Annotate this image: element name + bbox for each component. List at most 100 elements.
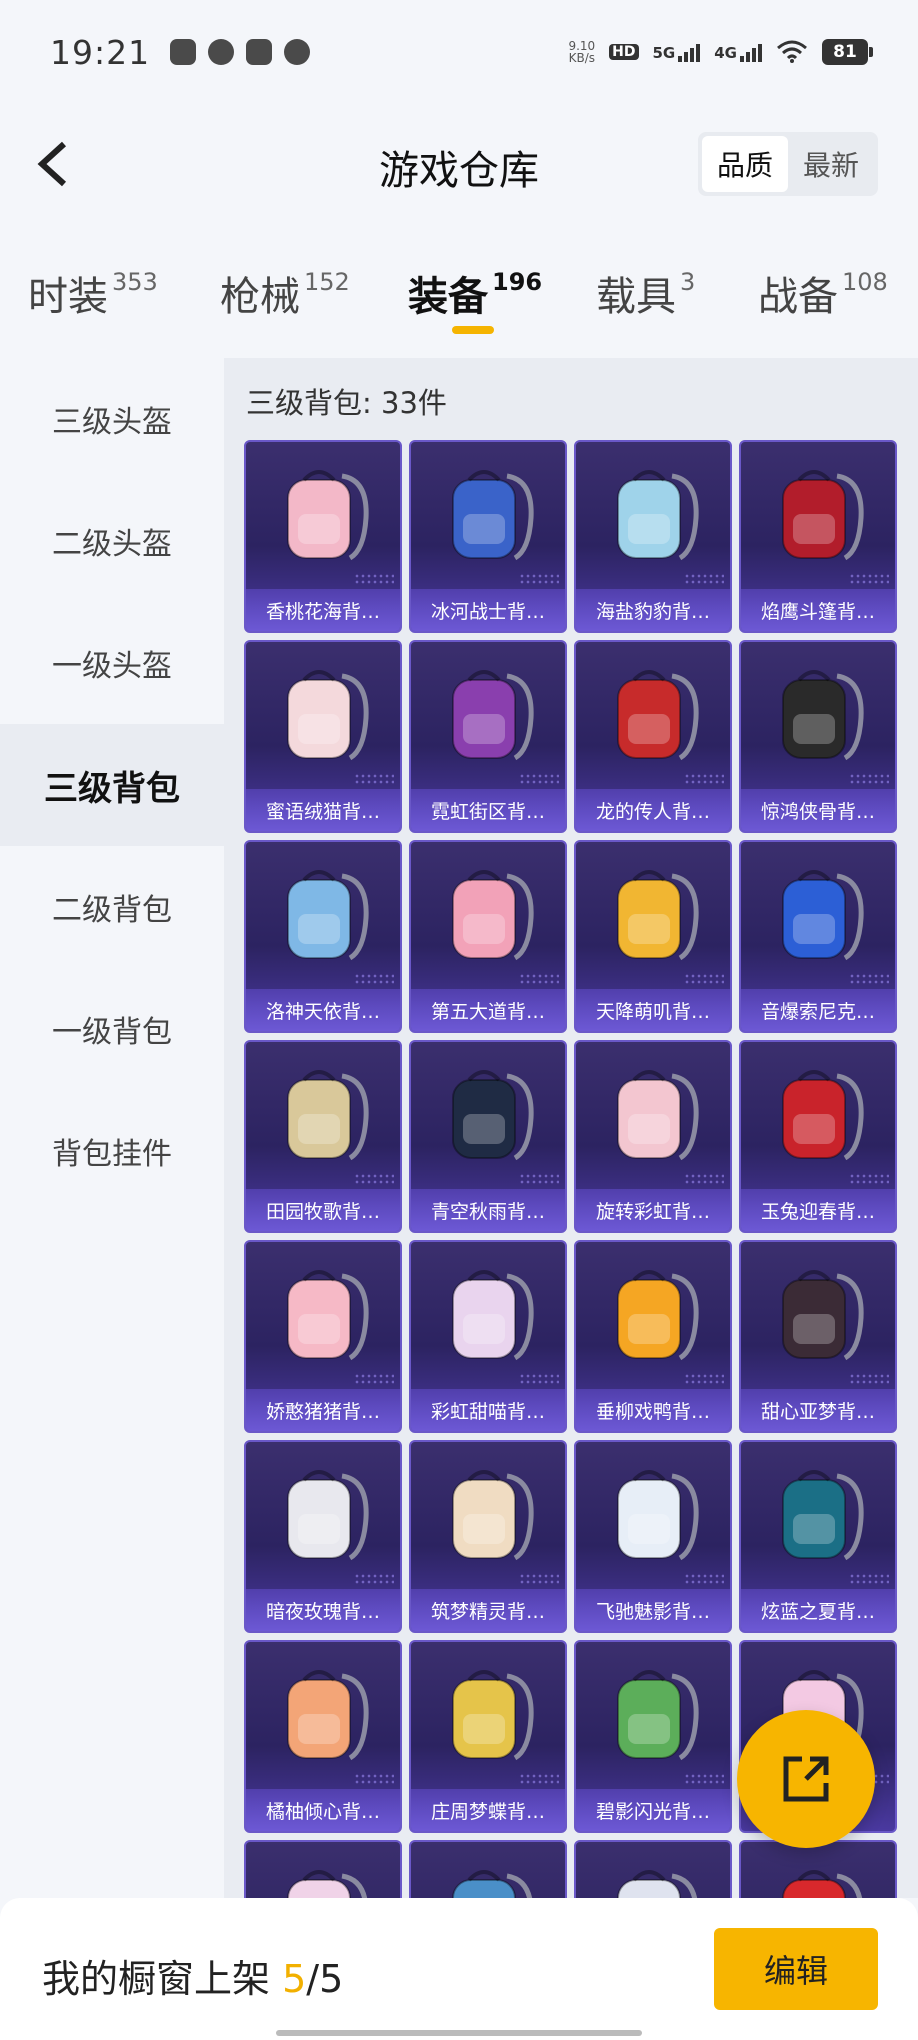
card-decoration <box>519 1773 559 1785</box>
item-card[interactable]: 冰河战士背… <box>409 440 567 633</box>
backpack-icon <box>287 470 369 561</box>
item-name: 焰鹰斗篷背… <box>741 589 895 631</box>
app-notification-icon <box>208 39 235 65</box>
card-decoration <box>684 1773 724 1785</box>
item-card[interactable]: 彩虹甜喵背… <box>409 1240 567 1433</box>
edit-button[interactable]: 编辑 <box>714 1928 878 2010</box>
item-name: 霓虹街区背… <box>411 789 565 831</box>
item-card[interactable]: 橘柚倾心背… <box>244 1640 402 1833</box>
item-card[interactable]: 香桃花海背… <box>244 440 402 633</box>
sort-toggle: 品质 最新 <box>698 132 878 196</box>
backpack-icon <box>452 1870 533 1898</box>
signal-4g-icon: 4G <box>714 42 762 62</box>
item-card[interactable] <box>739 1840 897 1898</box>
item-card[interactable]: 焰鹰斗篷背… <box>739 440 897 633</box>
item-name: 音爆索尼克… <box>741 989 895 1031</box>
item-card[interactable]: 碧影闪光背… <box>574 1640 732 1833</box>
item-card[interactable] <box>574 1840 732 1898</box>
item-name: 旋转彩虹背… <box>576 1189 730 1231</box>
item-card[interactable]: 炫蓝之夏背… <box>739 1440 897 1633</box>
item-name: 洛神天依背… <box>246 989 400 1031</box>
section-title: 三级背包: 33件 <box>246 386 447 420</box>
card-decoration <box>519 973 559 985</box>
card-decoration <box>354 773 394 785</box>
home-indicator <box>276 2030 642 2036</box>
card-decoration <box>684 1573 724 1585</box>
card-decoration <box>849 973 889 985</box>
item-card[interactable]: 第五大道背… <box>409 840 567 1033</box>
item-name: 惊鸿侠骨背… <box>741 789 895 831</box>
item-card[interactable]: 田园牧歌背… <box>244 1040 402 1233</box>
item-card[interactable]: 青空秋雨背… <box>409 1040 567 1233</box>
item-card[interactable]: 暗夜玫瑰背… <box>244 1440 402 1633</box>
item-card[interactable]: 娇憨猪猪背… <box>244 1240 402 1433</box>
backpack-icon <box>782 1470 864 1561</box>
item-card[interactable]: 霓虹街区背… <box>409 640 567 833</box>
item-card[interactable]: 垂柳戏鸭背… <box>574 1240 732 1433</box>
sidebar-item-level3-helmet[interactable]: 三级头盔 <box>0 358 224 480</box>
item-card[interactable] <box>409 1840 567 1898</box>
app-notification-icon <box>170 39 197 65</box>
tab-supplies[interactable]: 战备 108 <box>758 264 888 322</box>
backpack-icon <box>287 1070 369 1161</box>
showcase-current-count: 5 <box>282 1957 307 2001</box>
item-card[interactable]: 洛神天依背… <box>244 840 402 1033</box>
sidebar-item-level1-helmet[interactable]: 一级头盔 <box>0 602 224 724</box>
item-card[interactable]: 庄周梦蝶背… <box>409 1640 567 1833</box>
item-card[interactable]: 旋转彩虹背… <box>574 1040 732 1233</box>
tab-firearms[interactable]: 枪械 152 <box>220 264 350 322</box>
tab-vehicles[interactable]: 载具 3 <box>596 264 695 322</box>
app-notification-icon <box>246 39 273 65</box>
tab-fashion[interactable]: 时装 353 <box>28 264 158 322</box>
item-name: 青空秋雨背… <box>411 1189 565 1231</box>
item-card[interactable]: 玉兔迎春背… <box>739 1040 897 1233</box>
item-name: 彩虹甜喵背… <box>411 1389 565 1431</box>
sort-newest-button[interactable]: 最新 <box>788 136 874 192</box>
sidebar-item-level1-backpack[interactable]: 一级背包 <box>0 968 224 1090</box>
sidebar-item-level2-helmet[interactable]: 二级头盔 <box>0 480 224 602</box>
item-card[interactable]: 蜜语绒猫背… <box>244 640 402 833</box>
backpack-icon <box>617 1870 698 1898</box>
card-decoration <box>354 973 394 985</box>
battery-icon: 81 <box>822 39 873 65</box>
card-decoration <box>354 573 394 585</box>
backpack-icon <box>782 1270 864 1361</box>
backpack-icon <box>452 1070 534 1161</box>
sidebar-item-level3-backpack[interactable]: 三级背包 <box>0 724 224 846</box>
item-name: 香桃花海背… <box>246 589 400 631</box>
card-decoration <box>684 973 724 985</box>
card-decoration <box>519 773 559 785</box>
backpack-icon <box>617 1270 699 1361</box>
status-time: 19:21 <box>50 32 151 72</box>
item-card[interactable]: 甜心亚梦背… <box>739 1240 897 1433</box>
backpack-icon <box>617 870 699 961</box>
item-card[interactable]: 海盐豹豹背… <box>574 440 732 633</box>
app-notification-icon <box>284 39 311 65</box>
card-decoration <box>519 573 559 585</box>
sidebar-item-backpack-pendant[interactable]: 背包挂件 <box>0 1090 224 1212</box>
item-card[interactable]: 筑梦精灵背… <box>409 1440 567 1633</box>
item-name: 飞驰魅影背… <box>576 1589 730 1631</box>
sort-quality-button[interactable]: 品质 <box>702 136 788 192</box>
item-name: 田园牧歌背… <box>246 1189 400 1231</box>
signal-5g-icon: 5G <box>653 42 701 62</box>
item-name: 垂柳戏鸭背… <box>576 1389 730 1431</box>
sidebar-item-level2-backpack[interactable]: 二级背包 <box>0 846 224 968</box>
backpack-icon <box>782 1070 864 1161</box>
card-decoration <box>354 1773 394 1785</box>
backpack-icon <box>782 870 864 961</box>
item-name: 庄周梦蝶背… <box>411 1789 565 1831</box>
backpack-icon <box>452 1270 534 1361</box>
item-card[interactable]: 惊鸿侠骨背… <box>739 640 897 833</box>
card-decoration <box>849 1173 889 1185</box>
card-decoration <box>684 773 724 785</box>
item-card[interactable]: 天降萌叽背… <box>574 840 732 1033</box>
item-card[interactable] <box>244 1840 402 1898</box>
tab-equipment[interactable]: 装备 196 <box>408 264 542 322</box>
item-card[interactable]: 音爆索尼克… <box>739 840 897 1033</box>
item-card[interactable]: 飞驰魅影背… <box>574 1440 732 1633</box>
item-card[interactable]: 龙的传人背… <box>574 640 732 833</box>
card-decoration <box>684 573 724 585</box>
share-button[interactable] <box>737 1710 875 1848</box>
network-speed: 9.10 KB/s <box>568 39 596 65</box>
